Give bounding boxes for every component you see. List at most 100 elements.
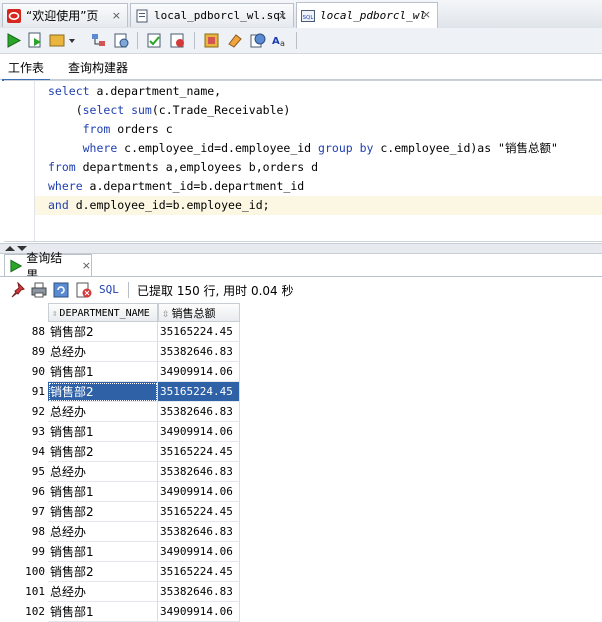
- sql-history-icon[interactable]: [249, 32, 266, 49]
- cell-department-name[interactable]: 销售部2: [48, 502, 158, 522]
- cell-sales-total[interactable]: 35382646.83: [158, 342, 240, 362]
- cell-department-name[interactable]: 销售部2: [48, 562, 158, 582]
- row-number: 89: [31, 345, 45, 358]
- row-number: 96: [31, 485, 45, 498]
- cell-sales-total[interactable]: 35165224.45: [158, 442, 240, 462]
- tab-connection-worksheet[interactable]: SQL local_pdborcl_wl ×: [296, 2, 438, 28]
- cell-sales-total[interactable]: 34909914.06: [158, 362, 240, 382]
- column-header-department-name[interactable]: ⇳ DEPARTMENT_NAME: [48, 303, 158, 322]
- table-row[interactable]: 99 销售部1 34909914.06: [4, 542, 244, 562]
- table-row[interactable]: 90 销售部1 34909914.06: [4, 362, 244, 382]
- close-icon[interactable]: ×: [278, 9, 287, 22]
- collapse-arrows-icon[interactable]: [3, 244, 29, 253]
- panel-splitter[interactable]: [0, 243, 602, 254]
- cell-sales-total[interactable]: 35382646.83: [158, 582, 240, 602]
- row-number: 102: [25, 605, 45, 618]
- run-script-icon[interactable]: [27, 32, 44, 49]
- to-upper-lower-icon[interactable]: Aa: [271, 32, 288, 49]
- unshared-sql-icon[interactable]: [203, 32, 220, 49]
- cell-department-name[interactable]: 总经办: [48, 522, 158, 542]
- sort-icon: ⇳: [52, 309, 58, 319]
- tab-welcome-page[interactable]: “欢迎使用”页 ×: [2, 3, 128, 27]
- table-row[interactable]: 96 销售部1 34909914.06: [4, 482, 244, 502]
- cell-department-name[interactable]: 销售部1: [48, 422, 158, 442]
- cell-sales-total[interactable]: 34909914.06: [158, 422, 240, 442]
- cell-department-name[interactable]: 销售部1: [48, 362, 158, 382]
- code-line-1: select a.department_name,: [48, 84, 222, 98]
- commit-dropdown-icon[interactable]: [49, 32, 77, 49]
- separator: [128, 282, 129, 298]
- cell-sales-total[interactable]: 34909914.06: [158, 482, 240, 502]
- row-number: 98: [31, 525, 45, 538]
- close-icon[interactable]: ×: [422, 8, 431, 21]
- pin-icon[interactable]: [9, 281, 25, 301]
- cell-sales-total[interactable]: 34909914.06: [158, 602, 240, 622]
- cell-department-name[interactable]: 销售部1: [48, 602, 158, 622]
- cell-department-name[interactable]: 销售部1: [48, 542, 158, 562]
- table-row[interactable]: 101 总经办 35382646.83: [4, 582, 244, 602]
- row-number: 97: [31, 505, 45, 518]
- cell-department-name[interactable]: 销售部2: [48, 382, 158, 402]
- cell-sales-total[interactable]: 34909914.06: [158, 542, 240, 562]
- commit-icon[interactable]: [146, 32, 163, 49]
- sort-icon: ⇳: [162, 310, 170, 320]
- result-grid[interactable]: ⇳ DEPARTMENT_NAME ⇳ 销售总额 88 销售部2 35165224.45…: [4, 303, 602, 622]
- cell-sales-total[interactable]: 35165224.45: [158, 562, 240, 582]
- result-toolbar: SQL 已提取 150 行, 用时 0.04 秒: [0, 277, 602, 303]
- autotrace-icon[interactable]: [113, 32, 130, 49]
- refresh-icon[interactable]: [53, 282, 69, 301]
- close-icon[interactable]: ×: [112, 9, 121, 22]
- table-row[interactable]: 93 销售部1 34909914.06: [4, 422, 244, 442]
- cell-department-name[interactable]: 总经办: [48, 402, 158, 422]
- tab-worksheet[interactable]: 工作表: [2, 57, 51, 81]
- rollback-icon[interactable]: [169, 32, 186, 49]
- cell-department-name[interactable]: 销售部2: [48, 322, 158, 342]
- svg-text:a: a: [280, 39, 285, 48]
- code-line-2: (select sum(c.Trade_Receivable): [48, 103, 291, 117]
- table-row[interactable]: 94 销售部2 35165224.45: [4, 442, 244, 462]
- run-statement-icon[interactable]: [5, 32, 22, 49]
- cell-department-name[interactable]: 销售部1: [48, 482, 158, 502]
- row-number: 88: [31, 325, 45, 338]
- row-number: 95: [31, 465, 45, 478]
- cell-sales-total[interactable]: 35382646.83: [158, 462, 240, 482]
- explain-plan-icon[interactable]: [90, 32, 107, 49]
- code-line-7-current: and d.employee_id=b.employee_id;: [35, 196, 602, 215]
- sql-button[interactable]: SQL: [99, 283, 119, 296]
- table-row[interactable]: 92 总经办 35382646.83: [4, 402, 244, 422]
- cell-sales-total[interactable]: 35165224.45: [158, 502, 240, 522]
- cell-sales-total[interactable]: 35165224.45: [158, 382, 240, 402]
- cell-department-name[interactable]: 总经办: [48, 582, 158, 602]
- table-row[interactable]: 91 销售部2 35165224.45: [4, 382, 244, 402]
- print-icon[interactable]: [31, 282, 47, 301]
- column-header-sales-total[interactable]: ⇳ 销售总额: [158, 303, 240, 322]
- cell-department-name[interactable]: 总经办: [48, 342, 158, 362]
- code-line-6: where a.department_id=b.department_id: [48, 179, 305, 193]
- document-tab-bar: “欢迎使用”页 × local_pdborcl_wl.sql × SQL loc…: [0, 0, 602, 29]
- cell-department-name[interactable]: 总经办: [48, 462, 158, 482]
- cancel-query-icon[interactable]: [76, 282, 92, 301]
- table-row[interactable]: 88 销售部2 35165224.45: [4, 322, 244, 342]
- table-row[interactable]: 89 总经办 35382646.83: [4, 342, 244, 362]
- tab-query-builder[interactable]: 查询构建器: [62, 57, 134, 79]
- cell-sales-total[interactable]: 35165224.45: [158, 322, 240, 342]
- cell-sales-total[interactable]: 35382646.83: [158, 522, 240, 542]
- tab-sql-file[interactable]: local_pdborcl_wl.sql ×: [130, 3, 294, 27]
- run-result-icon: [10, 259, 23, 272]
- table-row[interactable]: 98 总经办 35382646.83: [4, 522, 244, 542]
- tab-label: local_pdborcl_wl: [320, 9, 426, 22]
- tab-label: local_pdborcl_wl.sql: [154, 9, 287, 22]
- table-row[interactable]: 100 销售部2 35165224.45: [4, 562, 244, 582]
- tab-query-result[interactable]: 查询结果 ×: [4, 251, 92, 282]
- clear-eraser-icon[interactable]: [226, 32, 243, 49]
- close-icon[interactable]: ×: [82, 259, 91, 272]
- svg-text:SQL: SQL: [303, 15, 315, 21]
- cell-department-name[interactable]: 销售部2: [48, 442, 158, 462]
- table-row[interactable]: 102 销售部1 34909914.06: [4, 602, 244, 622]
- cell-sales-total[interactable]: 35382646.83: [158, 402, 240, 422]
- code-line-5: from departments a,employees b,orders d: [48, 160, 319, 174]
- table-row[interactable]: 95 总经办 35382646.83: [4, 462, 244, 482]
- table-row[interactable]: 97 销售部2 35165224.45: [4, 502, 244, 522]
- row-number: 101: [25, 585, 45, 598]
- row-number: 90: [31, 365, 45, 378]
